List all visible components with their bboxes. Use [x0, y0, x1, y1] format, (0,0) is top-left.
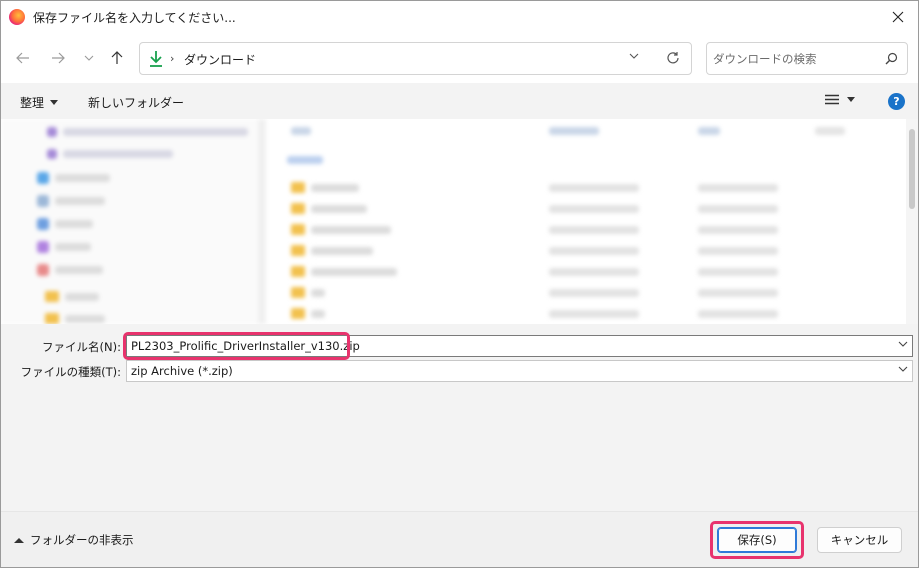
file-fields: ファイル名(N): PL2303_Prolific_DriverInstalle… — [1, 324, 918, 384]
new-folder-button[interactable]: 新しいフォルダー — [88, 94, 184, 111]
breadcrumb-separator-icon: › — [170, 52, 175, 65]
chevron-down-icon[interactable] — [629, 53, 639, 59]
filename-highlight — [123, 332, 350, 360]
save-file-dialog: 保存ファイル名を入力してください... › ダウンロード ダウンロードの検索 整… — [0, 0, 919, 568]
save-highlight — [710, 521, 804, 559]
list-view-icon — [825, 94, 839, 105]
caret-down-icon — [50, 100, 59, 105]
dialog-footer: フォルダーの非表示 保存(S) キャンセル — [1, 511, 918, 567]
chevron-up-icon — [14, 538, 24, 543]
filename-label: ファイル名(N): — [42, 340, 121, 354]
chevron-down-icon[interactable] — [898, 341, 908, 347]
view-options-button[interactable] — [825, 94, 855, 105]
close-button[interactable] — [878, 1, 918, 33]
up-button[interactable] — [106, 47, 128, 69]
hide-folders-label: フォルダーの非表示 — [30, 533, 134, 547]
arrow-up-icon — [111, 51, 123, 64]
close-icon — [892, 11, 904, 23]
recent-locations-button[interactable] — [78, 47, 100, 69]
chevron-down-icon[interactable] — [898, 366, 908, 372]
download-icon — [150, 51, 162, 67]
arrow-right-icon — [52, 52, 65, 64]
dialog-body-empty — [1, 384, 918, 511]
refresh-icon[interactable] — [666, 51, 680, 65]
title-bar: 保存ファイル名を入力してください... — [1, 1, 918, 33]
filetype-select[interactable]: zip Archive (*.zip) — [126, 360, 913, 382]
firefox-icon — [9, 9, 25, 25]
navigation-pane[interactable] — [1, 119, 266, 324]
hide-folders-button[interactable]: フォルダーの非表示 — [14, 532, 134, 548]
navigation-bar: › ダウンロード — [1, 33, 918, 83]
file-browser-area — [1, 119, 918, 324]
help-icon: ? — [893, 95, 900, 108]
chevron-down-icon — [84, 55, 94, 61]
filetype-label: ファイルの種類(T): — [20, 365, 121, 379]
organize-label: 整理 — [20, 96, 45, 110]
breadcrumb-downloads[interactable]: ダウンロード — [184, 51, 256, 68]
blurred-content — [1, 119, 918, 324]
command-bar: 整理 新しいフォルダー ? — [1, 83, 918, 119]
search-icon — [885, 52, 898, 65]
caret-down-icon — [847, 97, 855, 102]
back-button[interactable] — [12, 47, 34, 69]
address-bar[interactable]: › ダウンロード — [139, 42, 692, 75]
organize-button[interactable]: 整理 — [20, 94, 59, 111]
search-input[interactable] — [713, 50, 879, 68]
search-box[interactable] — [706, 42, 908, 75]
help-button[interactable]: ? — [888, 93, 905, 110]
file-list-scrollbar[interactable] — [906, 119, 918, 324]
filetype-value: zip Archive (*.zip) — [131, 364, 233, 378]
cancel-button[interactable]: キャンセル — [817, 527, 902, 553]
arrow-left-icon — [16, 52, 29, 64]
forward-button[interactable] — [47, 47, 69, 69]
scrollbar-thumb[interactable] — [909, 129, 915, 209]
navigation-pane-scrollbar[interactable] — [258, 119, 266, 324]
dialog-title: 保存ファイル名を入力してください... — [33, 11, 236, 25]
